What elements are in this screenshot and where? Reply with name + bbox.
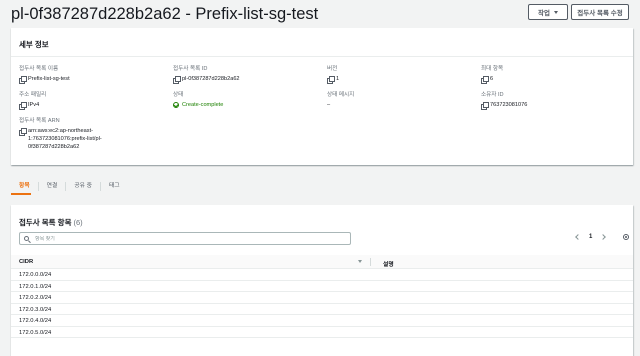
field-label: 접두사 목록 ID <box>173 66 208 72</box>
caret-down-icon <box>553 10 558 14</box>
tab-sharing[interactable]: 공유 중 <box>66 181 101 191</box>
details-panel: 세부 정보 접두사 목록 이름 Prefix-list-sg-test 접두사 … <box>11 28 633 165</box>
field-value: pl-0f387287d228b2a62 <box>182 76 240 82</box>
copy-icon[interactable] <box>19 76 27 84</box>
edit-prefix-list-button[interactable]: 접두사 목록 수정 <box>571 4 629 20</box>
column-divider[interactable] <box>370 258 371 266</box>
entries-count: (6) <box>73 218 83 227</box>
check-circle-icon <box>173 102 179 108</box>
cidr-cell: 172.0.5.0/24 <box>19 329 52 336</box>
field-value: – <box>327 102 331 108</box>
field-prefix-list-name: 접두사 목록 이름 Prefix-list-sg-test <box>19 64 70 84</box>
pagination: 1 <box>575 234 607 240</box>
copy-icon[interactable] <box>19 102 27 110</box>
copy-icon[interactable] <box>481 76 489 84</box>
status-badge: Create-complete <box>182 102 224 108</box>
table-row: 172.0.1.0/24 <box>11 281 633 292</box>
actions-dropdown-button[interactable]: 작업 <box>528 4 568 20</box>
entries-title: 접두사 목록 항목 (6) <box>19 217 83 228</box>
field-state-message: 상태 메시지 – <box>327 90 354 109</box>
cidr-cell: 172.0.0.0/24 <box>19 272 52 278</box>
chevron-left-icon[interactable] <box>575 234 581 240</box>
field-owner-id: 소유자 ID 763723081076 <box>481 90 528 110</box>
field-label: 버전 <box>327 66 338 72</box>
field-prefix-list-arn: 접두사 목록 ARN arn:aws:ec2:ap-northeast- 1:7… <box>19 116 102 151</box>
tab-tags[interactable]: 태그 <box>101 182 128 191</box>
active-tab-indicator <box>11 193 31 195</box>
table-row: 172.0.4.0/24 <box>11 315 633 327</box>
table-body: 172.0.0.0/24 172.0.1.0/24 172.0.2.0/24 1… <box>11 269 633 338</box>
table-header: CIDR 설명 <box>11 255 633 269</box>
field-label: 주소 패밀리 <box>19 92 47 98</box>
entries-title-text: 접두사 목록 항목 <box>19 218 72 227</box>
sort-icon[interactable] <box>358 260 362 263</box>
copy-icon[interactable] <box>19 128 27 136</box>
field-version: 버전 1 <box>327 64 340 84</box>
table-row: 172.0.3.0/24 <box>11 304 633 315</box>
field-value: 1 <box>336 76 340 82</box>
table-row: 172.0.5.0/24 <box>11 327 633 338</box>
cidr-cell: 172.0.3.0/24 <box>19 306 52 313</box>
field-value: IPv4 <box>28 102 40 108</box>
arn-line: 0f387287d228b2a62 <box>28 144 80 151</box>
copy-icon[interactable] <box>173 76 181 84</box>
gear-icon[interactable] <box>623 234 629 240</box>
cidr-cell: 172.0.1.0/24 <box>19 283 52 290</box>
copy-icon[interactable] <box>327 76 335 84</box>
arn-line: 1:763723081076:prefix-list/pl- <box>28 136 102 143</box>
field-value: Prefix-list-sg-test <box>28 76 70 82</box>
field-max-entries: 최대 항목 6 <box>481 64 504 84</box>
field-label: 상태 메시지 <box>327 92 355 98</box>
tab-associations[interactable]: 연결 <box>39 181 67 191</box>
field-address-family: 주소 패밀리 IPv4 <box>19 90 47 110</box>
cidr-cell: 172.0.2.0/24 <box>19 295 52 301</box>
field-label: 접두사 목록 이름 <box>19 66 59 72</box>
field-label: 소유자 ID <box>481 92 504 98</box>
field-label: 최대 항목 <box>481 66 504 72</box>
field-label: 상태 <box>173 92 184 98</box>
field-prefix-list-id: 접두사 목록 ID pl-0f387287d228b2a62 <box>173 64 240 84</box>
actions-button-label: 작업 <box>538 10 550 17</box>
page-number[interactable]: 1 <box>589 234 592 240</box>
search-field[interactable] <box>19 232 351 245</box>
copy-icon[interactable] <box>481 102 489 110</box>
field-label: 접두사 목록 ARN <box>19 118 60 124</box>
page-title: pl-0f387287d228b2a62 - Prefix-list-sg-te… <box>11 5 319 23</box>
cidr-cell: 172.0.4.0/24 <box>19 318 52 324</box>
chevron-right-icon[interactable] <box>600 234 607 240</box>
entries-panel: 접두사 목록 항목(6) 1 CIDR 설명 172.0.0.0/24 172.… <box>11 205 633 356</box>
tab-entries[interactable]: 항목 <box>11 181 39 191</box>
field-value: 6 <box>490 76 494 82</box>
table-row: 172.0.0.0/24 <box>11 269 633 281</box>
search-icon <box>24 236 29 241</box>
arn-line: arn:aws:ec2:ap-northeast- <box>28 128 93 134</box>
search-input[interactable] <box>35 235 335 242</box>
field-state: 상태 Create-complete <box>173 90 223 109</box>
details-title: 세부 정보 <box>11 28 633 57</box>
column-header-description[interactable]: 설명 <box>383 259 394 268</box>
column-header-cidr[interactable]: CIDR <box>19 259 33 265</box>
table-row: 172.0.2.0/24 <box>11 292 633 304</box>
field-value: 763723081076 <box>490 102 528 108</box>
